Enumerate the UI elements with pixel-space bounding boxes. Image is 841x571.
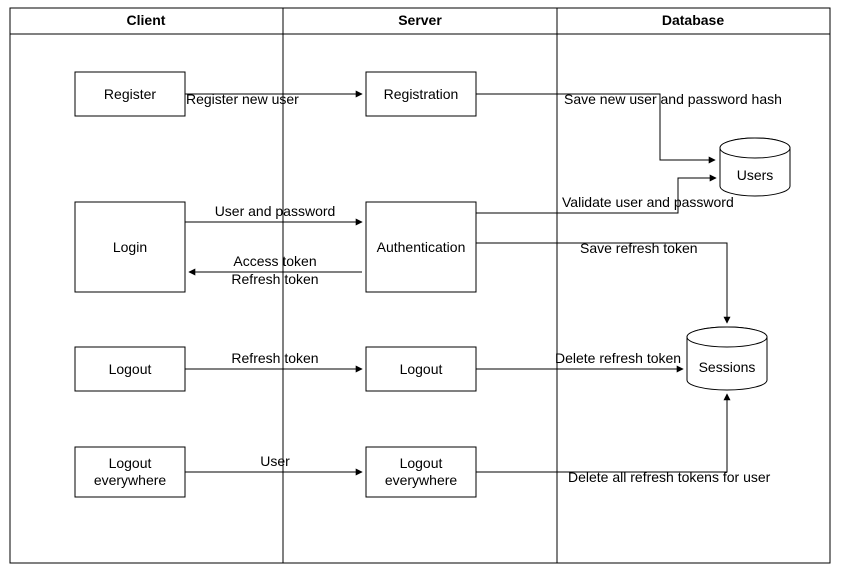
arrow-save-refresh-token: Save refresh token: [476, 240, 727, 323]
server-box-logout-everywhere: Logout everywhere: [366, 447, 476, 497]
db-cylinder-sessions: Sessions: [687, 327, 767, 390]
lane-title-client: Client: [127, 12, 166, 28]
label-arrow-save-new-user: Save new user and password hash: [564, 91, 782, 107]
client-box-register: Register: [75, 72, 185, 116]
client-box-login: Login: [75, 202, 185, 292]
server-box-authentication: Authentication: [366, 202, 476, 292]
server-box-registration: Registration: [366, 72, 476, 116]
label-db-sessions: Sessions: [699, 359, 756, 375]
label-arrow-refresh-token: Refresh token: [231, 350, 318, 366]
lane-title-database: Database: [662, 12, 724, 28]
label-arrow-register-new-user: Register new user: [186, 91, 299, 107]
label-arrow-delete-refresh-token: Delete refresh token: [555, 350, 681, 366]
arrow-user: User: [185, 453, 362, 472]
label-server-logout-everywhere-l1: Logout: [400, 455, 443, 471]
server-box-logout: Logout: [366, 347, 476, 391]
arrow-access-refresh-token-return: Access token Refresh token: [189, 253, 362, 287]
label-arrow-user: User: [260, 453, 290, 469]
arrow-validate-user: Validate user and password: [476, 178, 734, 213]
label-register: Register: [104, 86, 156, 102]
arrow-refresh-token: Refresh token: [185, 350, 362, 369]
label-arrow-save-refresh-token: Save refresh token: [580, 240, 698, 256]
label-logout: Logout: [109, 361, 152, 377]
label-login: Login: [113, 239, 147, 255]
db-cylinder-users: Users: [720, 138, 790, 196]
label-logout-everywhere-l1: Logout: [109, 455, 152, 471]
arrow-user-and-password: User and password: [185, 203, 362, 222]
label-arrow-access-token: Access token: [233, 253, 316, 269]
lane-title-server: Server: [398, 12, 442, 28]
arrow-delete-refresh-token: Delete refresh token: [476, 350, 683, 369]
label-server-logout-everywhere-l2: everywhere: [385, 472, 458, 488]
label-logout-everywhere-l2: everywhere: [94, 472, 167, 488]
label-arrow-delete-all-tokens: Delete all refresh tokens for user: [568, 469, 771, 485]
label-db-users: Users: [737, 167, 774, 183]
client-box-logout: Logout: [75, 347, 185, 391]
label-authentication: Authentication: [377, 239, 466, 255]
label-arrow-refresh-token-return: Refresh token: [231, 271, 318, 287]
arrow-register-new-user: Register new user: [185, 91, 362, 107]
label-server-logout: Logout: [400, 361, 443, 377]
auth-flow-diagram: Client Server Database Register Login Lo…: [0, 0, 841, 571]
label-arrow-user-and-password: User and password: [215, 203, 336, 219]
arrow-delete-all-tokens: Delete all refresh tokens for user: [476, 394, 771, 485]
label-registration: Registration: [384, 86, 459, 102]
label-arrow-validate-user: Validate user and password: [562, 194, 734, 210]
client-box-logout-everywhere: Logout everywhere: [75, 447, 185, 497]
